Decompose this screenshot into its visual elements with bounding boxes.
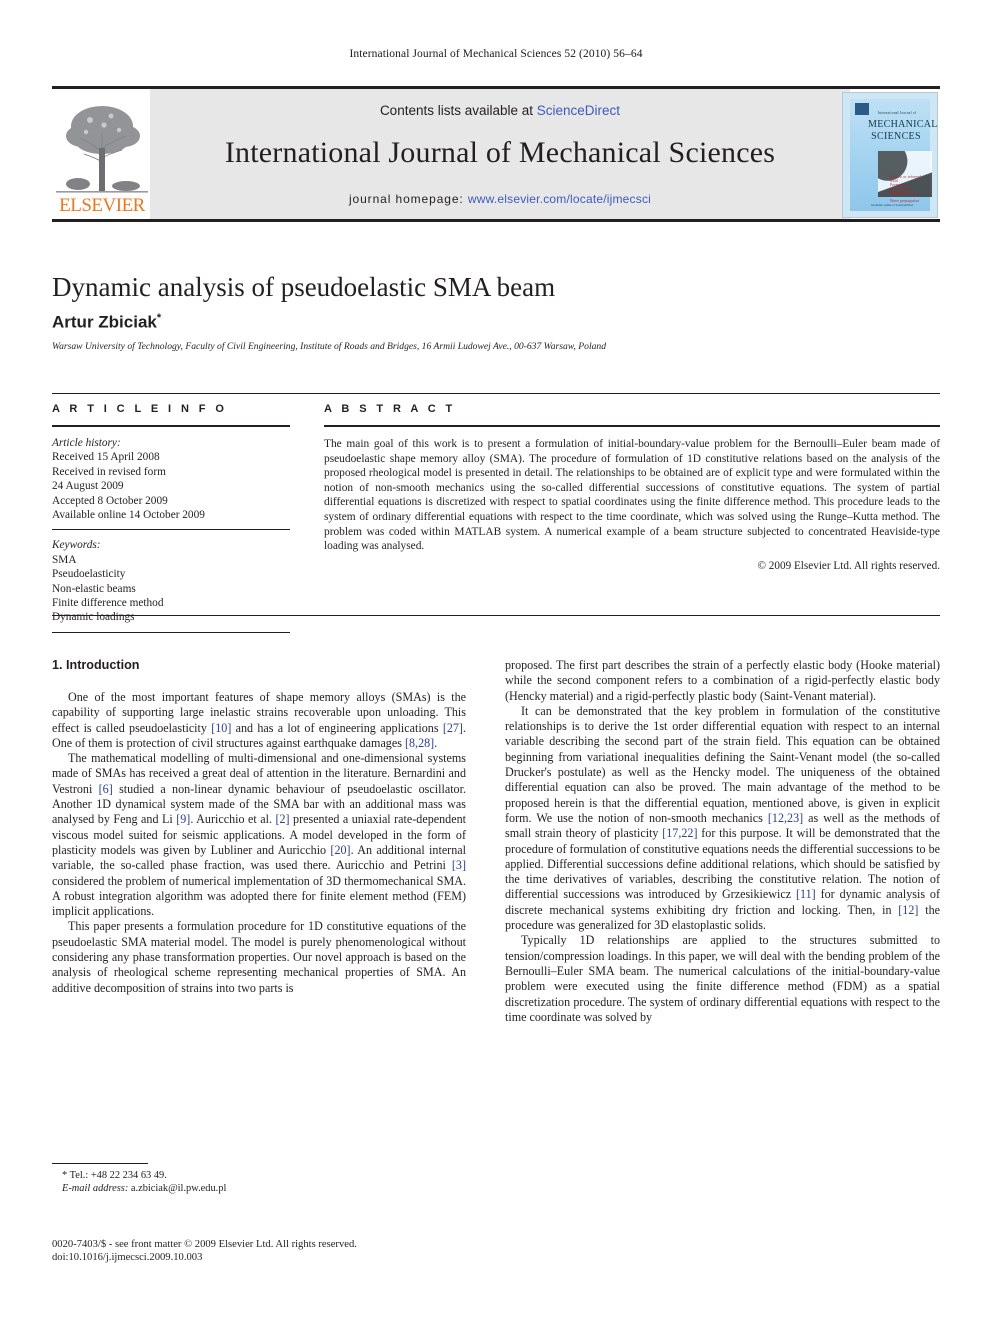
history-item: Available online 14 October 2009 [52,509,205,522]
footnote-rule [52,1163,148,1164]
journal-article-page: International Journal of Mechanical Scie… [0,0,992,1323]
keyword-item: Pseudoelasticity [52,568,126,581]
history-item: Received 15 April 2008 [52,451,160,464]
cover-elsevier-mark-icon [855,103,869,115]
info-bottom-rule [52,615,940,616]
footnote-tel-text: Tel.: +48 22 234 63 49. [69,1170,167,1181]
cover-topic-1: Review or refereed fluid [890,175,922,183]
corresponding-author-footnote: * Tel.: +48 22 234 63 49. E-mail address… [52,1163,466,1195]
abstract-rule [324,425,940,427]
section-heading-introduction: 1. Introduction [52,658,140,672]
imprint-doi-line[interactable]: doi:10.1016/j.ijmecsci.2009.10.003 [52,1251,492,1264]
keywords-bottom-rule [52,631,290,633]
contents-available-line: Contents lists available at ScienceDirec… [150,103,850,118]
keywords-block: Keywords: SMA Pseudoelasticity Non-elast… [52,538,290,624]
citation-ref[interactable]: [12,23] [768,811,803,825]
article-info-heading: A R T I C L E I N F O [52,403,228,415]
journal-homepage-link[interactable]: www.elsevier.com/locate/ijmecsci [468,192,651,206]
article-info-column: A R T I C L E I N F O Article history: R… [52,403,290,633]
citation-ref[interactable]: [6] [99,782,113,796]
cover-title-line-1: MECHANICAL [868,119,938,130]
banner-rule-bottom [52,219,940,222]
cover-topic-3: Thermodynamics [890,191,918,195]
cover-footer-text: Available online at ScienceDirect [870,203,914,207]
history-item: 24 August 2009 [52,480,124,493]
journal-banner: ELSEVIER Contents lists available at Sci… [52,86,940,222]
elsevier-tree-icon [56,92,148,197]
paragraph: Typically 1D relationships are applied t… [505,933,940,1024]
citation-ref[interactable]: [9] [176,812,190,826]
journal-cover-thumbnail: International Journal of MECHANICAL SCIE… [842,92,938,218]
keyword-item: SMA [52,553,77,566]
article-history-label: Article history: [52,437,121,449]
paragraph: proposed. The first part describes the s… [505,658,940,703]
citation-ref[interactable]: [3] [452,858,466,872]
body-column-left: 1. Introduction One of the most importan… [52,658,466,996]
citation-ref[interactable]: [10] [211,721,231,735]
author-name: Artur Zbiciak [52,312,157,332]
footnote-telephone: * Tel.: +48 22 234 63 49. [52,1169,466,1182]
journal-title: International Journal of Mechanical Scie… [224,136,776,169]
paragraph: It can be demonstrated that the key prob… [505,703,941,933]
info-abstract-block: A R T I C L E I N F O Article history: R… [52,393,940,633]
footnote-email-address[interactable]: a.zbiciak@il.pw.edu.pl [131,1183,226,1194]
article-history-block: Article history: Received 15 April 2008 … [52,436,290,522]
author-footnote-marker[interactable]: * [157,312,161,324]
abstract-column: A B S T R A C T The main goal of this wo… [324,403,940,572]
abstract-heading: A B S T R A C T [324,403,456,415]
cover-title-line-2: SCIENCES [871,131,921,142]
citation-ref[interactable]: [27] [443,721,463,735]
footnote-email: E-mail address: a.zbiciak@il.pw.edu.pl [52,1182,466,1195]
keyword-item: Dynamic loadings [52,611,135,624]
info-top-rule [52,393,940,394]
paragraph: The mathematical modelling of multi-dime… [52,751,466,919]
banner-center-panel: Contents lists available at ScienceDirec… [150,89,850,219]
keywords-top-rule [52,529,290,531]
journal-homepage-line: journal homepage: www.elsevier.com/locat… [150,192,850,206]
keywords-label: Keywords: [52,539,101,552]
elsevier-logo: ELSEVIER [56,92,148,219]
history-item: Accepted 8 October 2009 [52,494,168,507]
paragraph: This paper presents a formulation proced… [52,919,466,995]
keyword-item: Non-elastic beams [52,582,136,595]
homepage-prefix: journal homepage: [348,192,468,206]
sciencedirect-link[interactable]: ScienceDirect [537,103,620,118]
citation-ref[interactable]: [20] [330,843,350,857]
cover-small-title: International Journal of [877,111,917,115]
cover-artwork: International Journal of MECHANICAL SCIE… [850,99,938,211]
citation-ref[interactable]: [11] [796,887,816,901]
citation-ref[interactable]: [17,22] [662,826,697,840]
abstract-copyright: © 2009 Elsevier Ltd. All rights reserved… [757,559,941,572]
citation-ref[interactable]: [8,28] [405,736,434,750]
keyword-item: Finite difference method [52,597,164,610]
citation-ref[interactable]: [12] [898,903,918,917]
elsevier-wordmark: ELSEVIER [59,195,145,216]
page-title: Dynamic analysis of pseudoelastic SMA be… [52,272,556,302]
footnote-marker: * [62,1170,68,1181]
contents-prefix: Contents lists available at [379,103,537,118]
affiliation: Warsaw University of Technology, Faculty… [52,341,607,352]
paragraph: One of the most important features of sh… [52,690,466,750]
body-column-right: proposed. The first part describes the s… [505,658,940,1025]
imprint-block: 0020-7403/$ - see front matter © 2009 El… [52,1238,492,1265]
history-item: Received in revised form [52,465,166,478]
abstract-text: The main goal of this work is to present… [324,438,940,553]
imprint-issn-line: 0020-7403/$ - see front matter © 2009 El… [52,1239,357,1250]
article-info-rule [52,425,290,427]
citation-ref[interactable]: [2] [275,812,289,826]
running-head: International Journal of Mechanical Scie… [349,48,643,60]
author-line: Artur Zbiciak* [52,312,752,333]
footnote-email-label: E-mail address: [62,1183,129,1194]
